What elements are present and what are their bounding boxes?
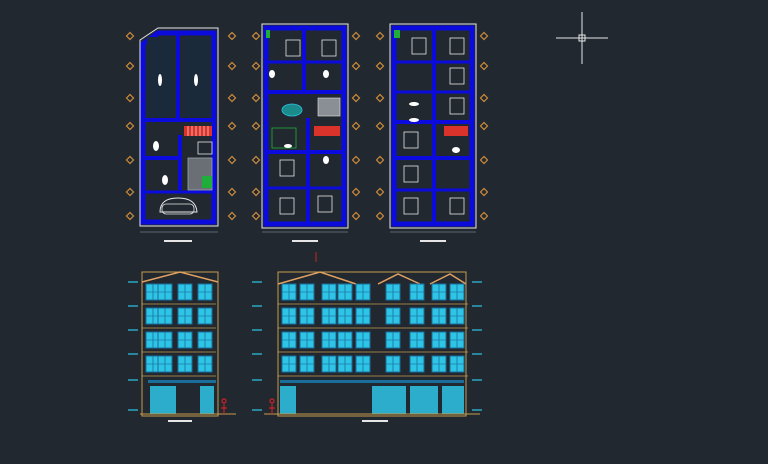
fixture bbox=[269, 70, 275, 78]
fixture bbox=[153, 141, 159, 151]
fixture bbox=[323, 156, 329, 164]
cad-model-space[interactable] bbox=[0, 0, 768, 464]
green-door-mark bbox=[394, 30, 400, 38]
fixture bbox=[158, 74, 162, 86]
kitchen-block bbox=[317, 97, 341, 117]
scale-label bbox=[292, 240, 318, 242]
ground-glass bbox=[200, 386, 214, 414]
stair-hatch bbox=[444, 126, 468, 136]
stair-hatch bbox=[314, 126, 340, 136]
scale-label bbox=[168, 420, 192, 422]
fixture bbox=[409, 102, 419, 106]
ground-band bbox=[148, 380, 216, 383]
fixture bbox=[452, 147, 460, 153]
green-door-mark bbox=[266, 30, 270, 38]
cad-drawing-canvas[interactable] bbox=[0, 0, 768, 464]
ground-glass bbox=[372, 386, 406, 414]
green-planter bbox=[202, 176, 212, 188]
ground-band bbox=[280, 380, 464, 383]
fixture bbox=[409, 118, 419, 122]
typical-floor-plan-b[interactable] bbox=[375, 23, 489, 242]
fixture bbox=[194, 74, 198, 86]
scale-label bbox=[362, 420, 388, 422]
dining-table bbox=[281, 103, 303, 117]
fixture bbox=[323, 70, 329, 78]
ground-glass bbox=[150, 386, 176, 414]
ground-glass bbox=[410, 386, 438, 414]
scale-label bbox=[420, 240, 446, 242]
scale-label bbox=[164, 240, 192, 242]
fixture bbox=[284, 144, 292, 148]
ground-glass bbox=[280, 386, 296, 414]
ground-glass bbox=[442, 386, 464, 414]
fixture bbox=[162, 175, 168, 185]
